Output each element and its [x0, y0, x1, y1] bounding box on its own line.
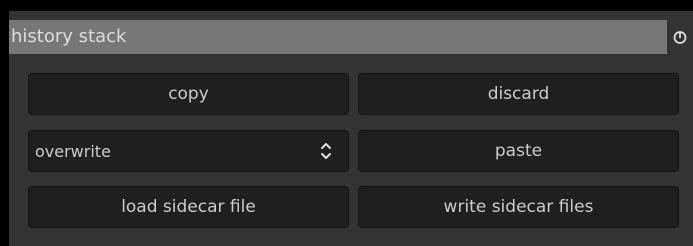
paste-button[interactable]: paste [358, 130, 679, 172]
load-sidecar-button[interactable]: load sidecar file [28, 186, 349, 228]
module-title: history stack [11, 26, 127, 47]
discard-button[interactable]: discard [358, 73, 679, 115]
paste-mode-combobox[interactable]: overwrite [28, 130, 349, 172]
module-header[interactable]: history stack [9, 20, 693, 54]
updown-chevron-icon [321, 143, 331, 159]
history-stack-module: history stack copy discard overwrite pas… [9, 11, 693, 246]
copy-button[interactable]: copy [28, 73, 349, 115]
module-reset-button[interactable] [667, 20, 693, 54]
power-icon [673, 31, 687, 44]
write-sidecar-button[interactable]: write sidecar files [358, 186, 679, 228]
paste-mode-value: overwrite [35, 141, 111, 161]
